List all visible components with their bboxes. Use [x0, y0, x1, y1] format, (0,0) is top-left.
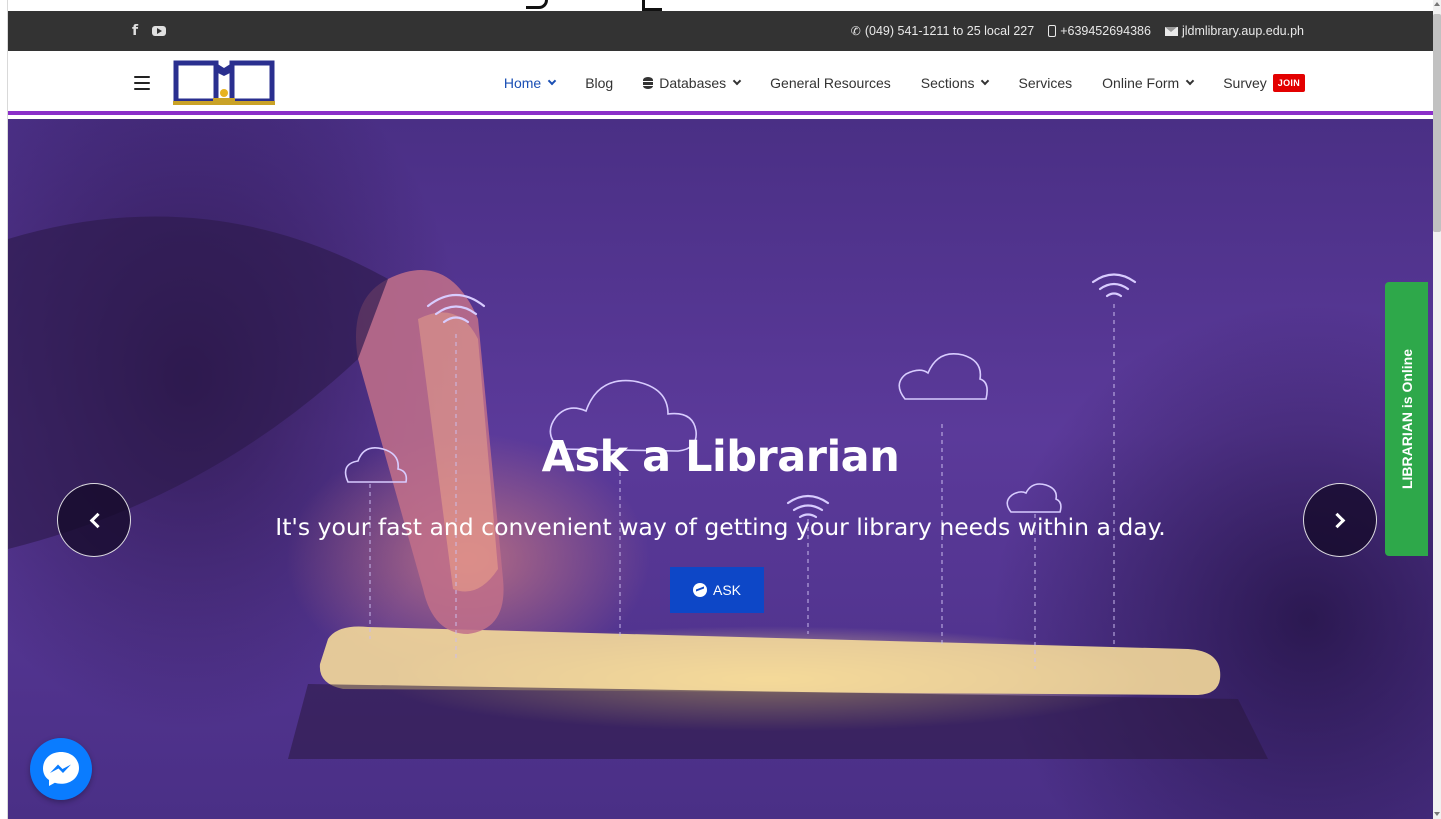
nav-item-services[interactable]: Services	[1018, 75, 1072, 91]
social-links: f	[132, 11, 167, 51]
chevron-down-icon	[732, 76, 742, 86]
primary-nav: Home Blog Databases General Resources Se…	[504, 51, 1305, 115]
envelope-icon	[1164, 26, 1178, 36]
scrollbar-thumb[interactable]	[1433, 14, 1441, 232]
nav-label: Survey	[1223, 75, 1267, 91]
slider-prev-button[interactable]	[57, 483, 131, 557]
phone-number: (049) 541-1211 to 25 local 227	[864, 24, 1035, 38]
chevron-down-icon	[1185, 76, 1195, 86]
decorative-mark	[526, 0, 548, 9]
hero-title: Ask a Librarian	[541, 432, 900, 482]
hamburger-line	[134, 76, 150, 79]
nav-item-blog[interactable]: Blog	[585, 75, 613, 91]
nav-item-databases[interactable]: Databases	[643, 75, 742, 91]
email-contact[interactable]: jldmlibrary.aup.edu.ph	[1164, 24, 1304, 38]
slider-next-button[interactable]	[1303, 483, 1377, 557]
database-icon	[643, 77, 654, 89]
chevron-down-icon	[547, 76, 557, 86]
join-badge[interactable]: JOIN	[1272, 74, 1305, 92]
youtube-icon[interactable]	[152, 26, 167, 36]
librarian-online-label: LIBRARIAN is Online	[1398, 348, 1415, 490]
top-info-bar: f ✆ (049) 541-1211 to 25 local 227 +6394…	[8, 11, 1433, 51]
ask-button[interactable]: ASK	[670, 567, 764, 613]
mobile-number: +639452694386	[1060, 24, 1151, 38]
librarian-online-tab[interactable]: LIBRARIAN is Online	[1385, 282, 1428, 556]
nav-label: General Resources	[770, 75, 891, 91]
nav-label: Home	[503, 75, 542, 91]
decorative-mark	[642, 0, 662, 11]
nav-item-general-resources[interactable]: General Resources	[770, 75, 891, 91]
nav-label: Databases	[659, 75, 727, 91]
nav-label: Services	[1018, 75, 1073, 91]
nav-label: Online Form	[1102, 75, 1180, 91]
nav-item-sections[interactable]: Sections	[920, 75, 990, 91]
messenger-icon	[692, 583, 707, 597]
smartphone-illustration	[288, 626, 1268, 759]
scroll-up-arrow-icon[interactable]	[1434, 2, 1440, 6]
hamburger-line	[134, 81, 150, 85]
email-address[interactable]: jldmlibrary.aup.edu.ph	[1182, 24, 1304, 38]
phone-icon: ✆	[850, 24, 861, 38]
nav-item-online-form[interactable]: Online Form	[1102, 75, 1195, 91]
messenger-chat-button[interactable]	[30, 738, 92, 800]
nav-item-survey[interactable]: Survey JOIN	[1223, 74, 1305, 92]
chevron-left-icon	[89, 512, 106, 529]
mobile-phone-icon	[1048, 25, 1057, 37]
chevron-down-icon	[981, 76, 990, 86]
contact-info: ✆ (049) 541-1211 to 25 local 227 +639452…	[851, 11, 1304, 51]
hero-subtitle: It's your fast and convenient way of get…	[275, 513, 1166, 541]
ask-button-label: ASK	[712, 582, 741, 598]
hand-illustration	[8, 216, 504, 634]
main-navbar: Home Blog Databases General Resources Se…	[8, 51, 1433, 115]
hamburger-line	[134, 87, 150, 90]
menu-toggle-button[interactable]	[134, 76, 150, 90]
nav-label: Blog	[585, 75, 614, 91]
phone-contact: ✆ (049) 541-1211 to 25 local 227	[851, 24, 1034, 38]
facebook-icon[interactable]: f	[132, 23, 138, 39]
mobile-contact: +639452694386	[1048, 24, 1151, 38]
nav-label: Sections	[920, 75, 975, 91]
chevron-right-icon	[1329, 512, 1346, 529]
messenger-icon	[43, 752, 79, 786]
nav-item-home[interactable]: Home	[503, 75, 557, 91]
scroll-down-arrow-icon[interactable]	[1434, 812, 1440, 816]
page-top-strip	[8, 0, 1433, 11]
window-frame	[0, 0, 8, 819]
hero-slider: Ask a Librarian It's your fast and conve…	[8, 119, 1433, 819]
library-logo[interactable]	[173, 60, 275, 106]
